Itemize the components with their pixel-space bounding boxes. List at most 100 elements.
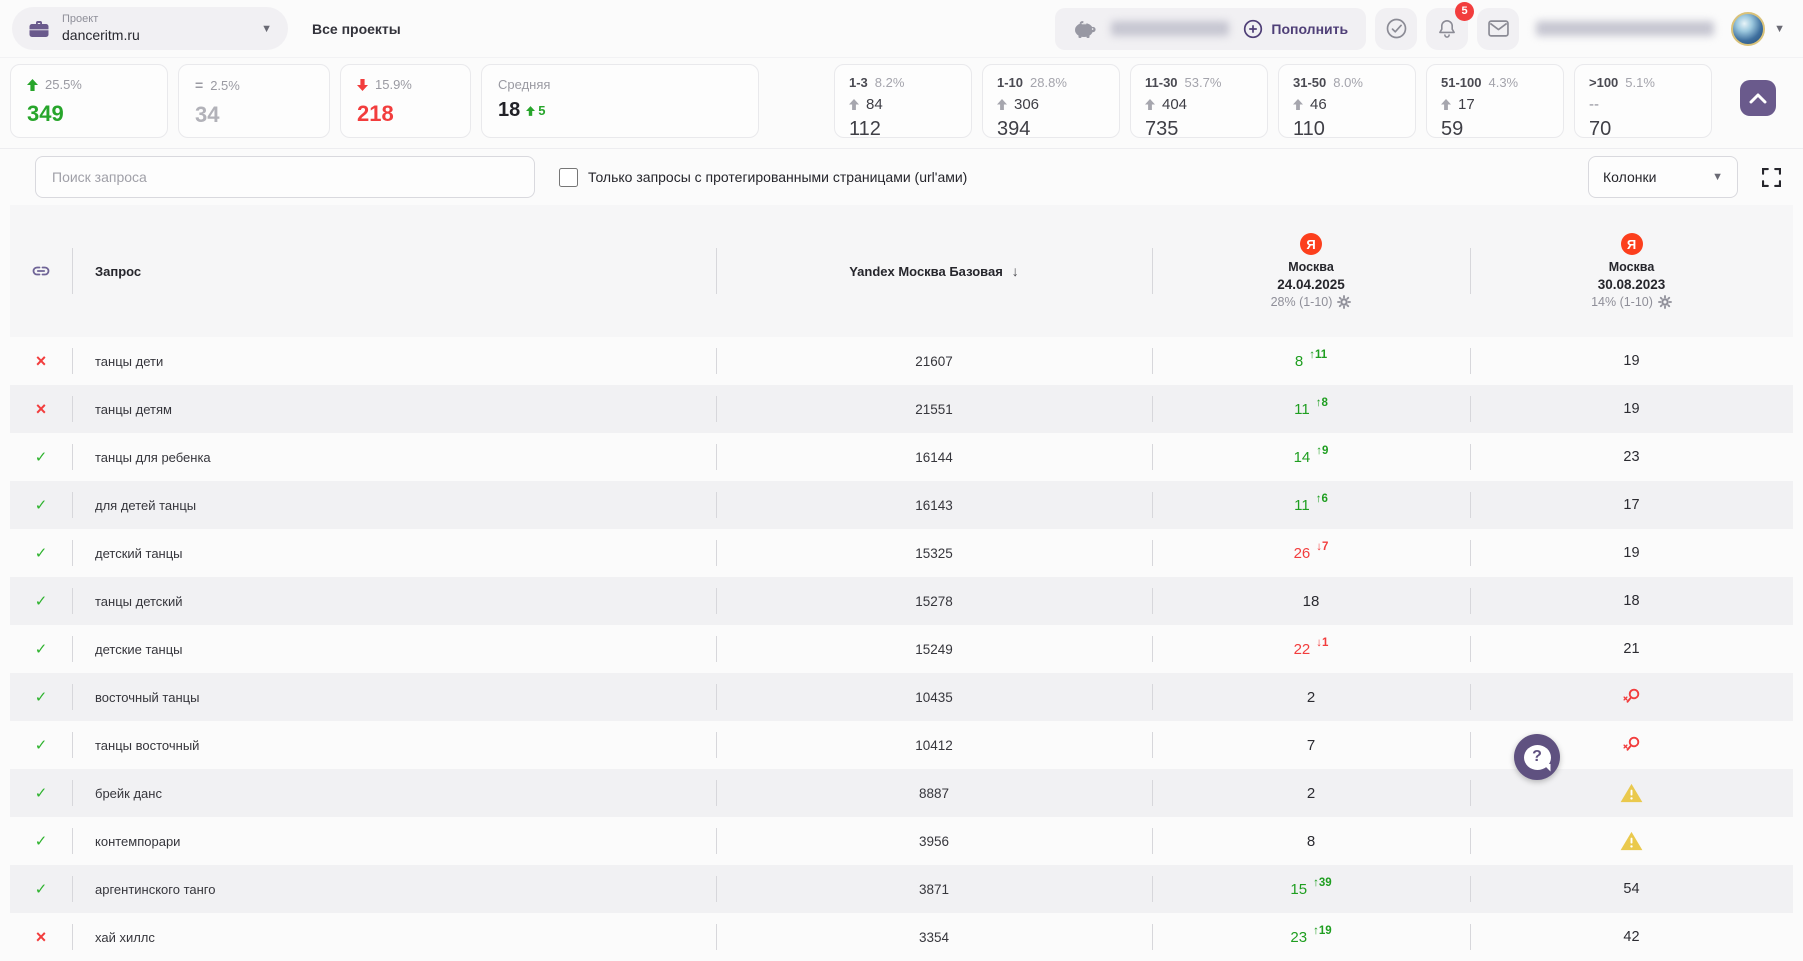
project-label: Проект	[62, 13, 140, 27]
range-delta: 306	[997, 96, 1105, 113]
bell-icon	[1437, 18, 1457, 39]
summary-up-value: 349	[27, 101, 151, 127]
topup-label: Пополнить	[1271, 21, 1348, 37]
frequency-cell: 3956	[716, 817, 1152, 865]
trend-up-icon	[27, 79, 38, 91]
position-old-cell: 17	[1470, 481, 1793, 529]
gear-icon[interactable]	[1658, 295, 1672, 309]
distribution-card[interactable]: 11-30 53.7% 404 735	[1130, 64, 1268, 138]
query-cell: брейк данс	[72, 769, 716, 817]
notifications-button[interactable]: 5	[1426, 8, 1468, 50]
messages-button[interactable]	[1477, 8, 1519, 50]
position-warning-icon	[1620, 783, 1643, 803]
chevron-down-icon: ▼	[1712, 171, 1723, 183]
columns-dropdown[interactable]: Колонки ▼	[1588, 156, 1738, 198]
position-current-cell: 2	[1152, 769, 1470, 817]
distribution-card[interactable]: >100 5.1% -- 70	[1574, 64, 1712, 138]
avatar[interactable]	[1731, 12, 1765, 46]
query-column-header[interactable]: Запрос	[72, 205, 716, 337]
position-warning-icon	[1620, 831, 1643, 851]
frequency-cell: 21607	[716, 337, 1152, 385]
summary-card-down[interactable]: 15.9% 218	[340, 64, 471, 138]
range-delta: 84	[849, 96, 957, 113]
city-label: Москва	[1288, 260, 1334, 274]
summary-card-up[interactable]: 25.5% 349	[10, 64, 168, 138]
username-blurred	[1536, 21, 1714, 36]
range-delta: --	[1589, 96, 1697, 113]
average-label: Средняя	[498, 77, 550, 92]
trend-down-icon	[357, 79, 368, 91]
range-percent: 53.7%	[1185, 75, 1222, 90]
summary-flat-value: 34	[195, 102, 313, 128]
notifications-badge: 5	[1455, 2, 1474, 21]
table-row[interactable]: ✓ детские танцы 15249 22↓1 21	[10, 625, 1793, 673]
topup-button[interactable]: Пополнить	[1243, 19, 1348, 39]
table-row[interactable]: × хай хиллс 3354 23↑19 42	[10, 913, 1793, 961]
all-projects-link[interactable]: Все проекты	[312, 21, 401, 37]
check-circle-icon	[1385, 17, 1408, 40]
frequency-cell: 3871	[716, 865, 1152, 913]
piggy-bank-icon	[1073, 19, 1097, 39]
balance-pill: Пополнить	[1055, 8, 1366, 50]
date-column-header-current[interactable]: Я Москва 24.04.2025 28% (1-10)	[1152, 205, 1470, 337]
distribution-card[interactable]: 31-50 8.0% 46 110	[1278, 64, 1416, 138]
fullscreen-button[interactable]	[1762, 168, 1781, 187]
position-current-cell: 2	[1152, 673, 1470, 721]
base-frequency-column-header[interactable]: Yandex Москва Базовая ↓	[716, 205, 1152, 337]
yandex-icon: Я	[1300, 233, 1322, 255]
filterbar: Только запросы с протегированными страни…	[35, 156, 1781, 198]
user-menu-chevron-icon[interactable]: ▼	[1774, 23, 1785, 35]
table-row[interactable]: × танцы детям 21551 11↑8 19	[10, 385, 1793, 433]
range-percent: 8.0%	[1333, 75, 1363, 90]
position-current-cell: 26↓7	[1152, 529, 1470, 577]
gear-icon[interactable]	[1337, 295, 1351, 309]
tagged-pages-checkbox[interactable]	[559, 168, 578, 187]
table-row[interactable]: ✓ детский танцы 15325 26↓7 19	[10, 529, 1793, 577]
tasks-button[interactable]	[1375, 8, 1417, 50]
tracked-check-icon: ✓	[10, 577, 72, 625]
rank-tracker-app: Проект danceritm.ru ▼ Все проекты Пополн…	[0, 0, 1803, 949]
position-current-cell: 8↑11	[1152, 337, 1470, 385]
summary-card-flat[interactable]: = 2.5% 34	[178, 64, 330, 138]
position-old-cell: 54	[1470, 865, 1793, 913]
query-cell: хай хиллс	[72, 913, 716, 961]
tracked-check-icon: ✓	[10, 769, 72, 817]
position-current-cell: 15↑39	[1152, 865, 1470, 913]
range-label: 51-100	[1441, 75, 1481, 90]
tracked-check-icon: ✓	[10, 625, 72, 673]
topbar: Проект danceritm.ru ▼ Все проекты Пополн…	[0, 0, 1803, 58]
distribution-card[interactable]: 1-3 8.2% 84 112	[834, 64, 972, 138]
position-old-cell: 42	[1470, 913, 1793, 961]
distribution-card[interactable]: 1-10 28.8% 306 394	[982, 64, 1120, 138]
position-old-cell: 19	[1470, 529, 1793, 577]
tracked-check-icon: ✓	[10, 817, 72, 865]
help-button[interactable]: ?	[1514, 734, 1560, 780]
table-row[interactable]: ✓ контемпорари 3956 8	[10, 817, 1793, 865]
tracked-check-icon: ✓	[10, 433, 72, 481]
summary-card-average[interactable]: Средняя 18 5	[481, 64, 759, 138]
position-current-cell: 8	[1152, 817, 1470, 865]
untracked-cross-icon: ×	[10, 337, 72, 385]
table-row[interactable]: ✓ аргентинского танго 3871 15↑39 54	[10, 865, 1793, 913]
table-row[interactable]: × танцы дети 21607 8↑11 19	[10, 337, 1793, 385]
search-input[interactable]	[35, 156, 535, 198]
table-row[interactable]: ✓ танцы детский 15278 18 18	[10, 577, 1793, 625]
position-old-cell	[1470, 769, 1793, 817]
scroll-top-button[interactable]	[1740, 80, 1776, 116]
distribution-card[interactable]: 51-100 4.3% 17 59	[1426, 64, 1564, 138]
table-row[interactable]: ✓ восточный танцы 10435 2	[10, 673, 1793, 721]
date-column-header-old[interactable]: Я Москва 30.08.2023 14% (1-10)	[1470, 205, 1793, 337]
tagged-pages-filter[interactable]: Только запросы с протегированными страни…	[559, 168, 967, 187]
frequency-cell: 15249	[716, 625, 1152, 673]
sort-desc-icon[interactable]: ↓	[1012, 263, 1019, 279]
frequency-cell: 3354	[716, 913, 1152, 961]
table-row[interactable]: ✓ танцы для ребенка 16144 14↑9 23	[10, 433, 1793, 481]
tracked-check-icon: ✓	[10, 529, 72, 577]
project-selector[interactable]: Проект danceritm.ru ▼	[12, 7, 288, 50]
range-count: 59	[1441, 118, 1549, 141]
table-row[interactable]: ✓ для детей танцы 16143 11↑6 17	[10, 481, 1793, 529]
position-current-cell: 7	[1152, 721, 1470, 769]
link-column-header[interactable]	[10, 205, 72, 337]
top10-percent: 14% (1-10)	[1591, 295, 1653, 309]
chevron-down-icon: ▼	[261, 23, 272, 35]
